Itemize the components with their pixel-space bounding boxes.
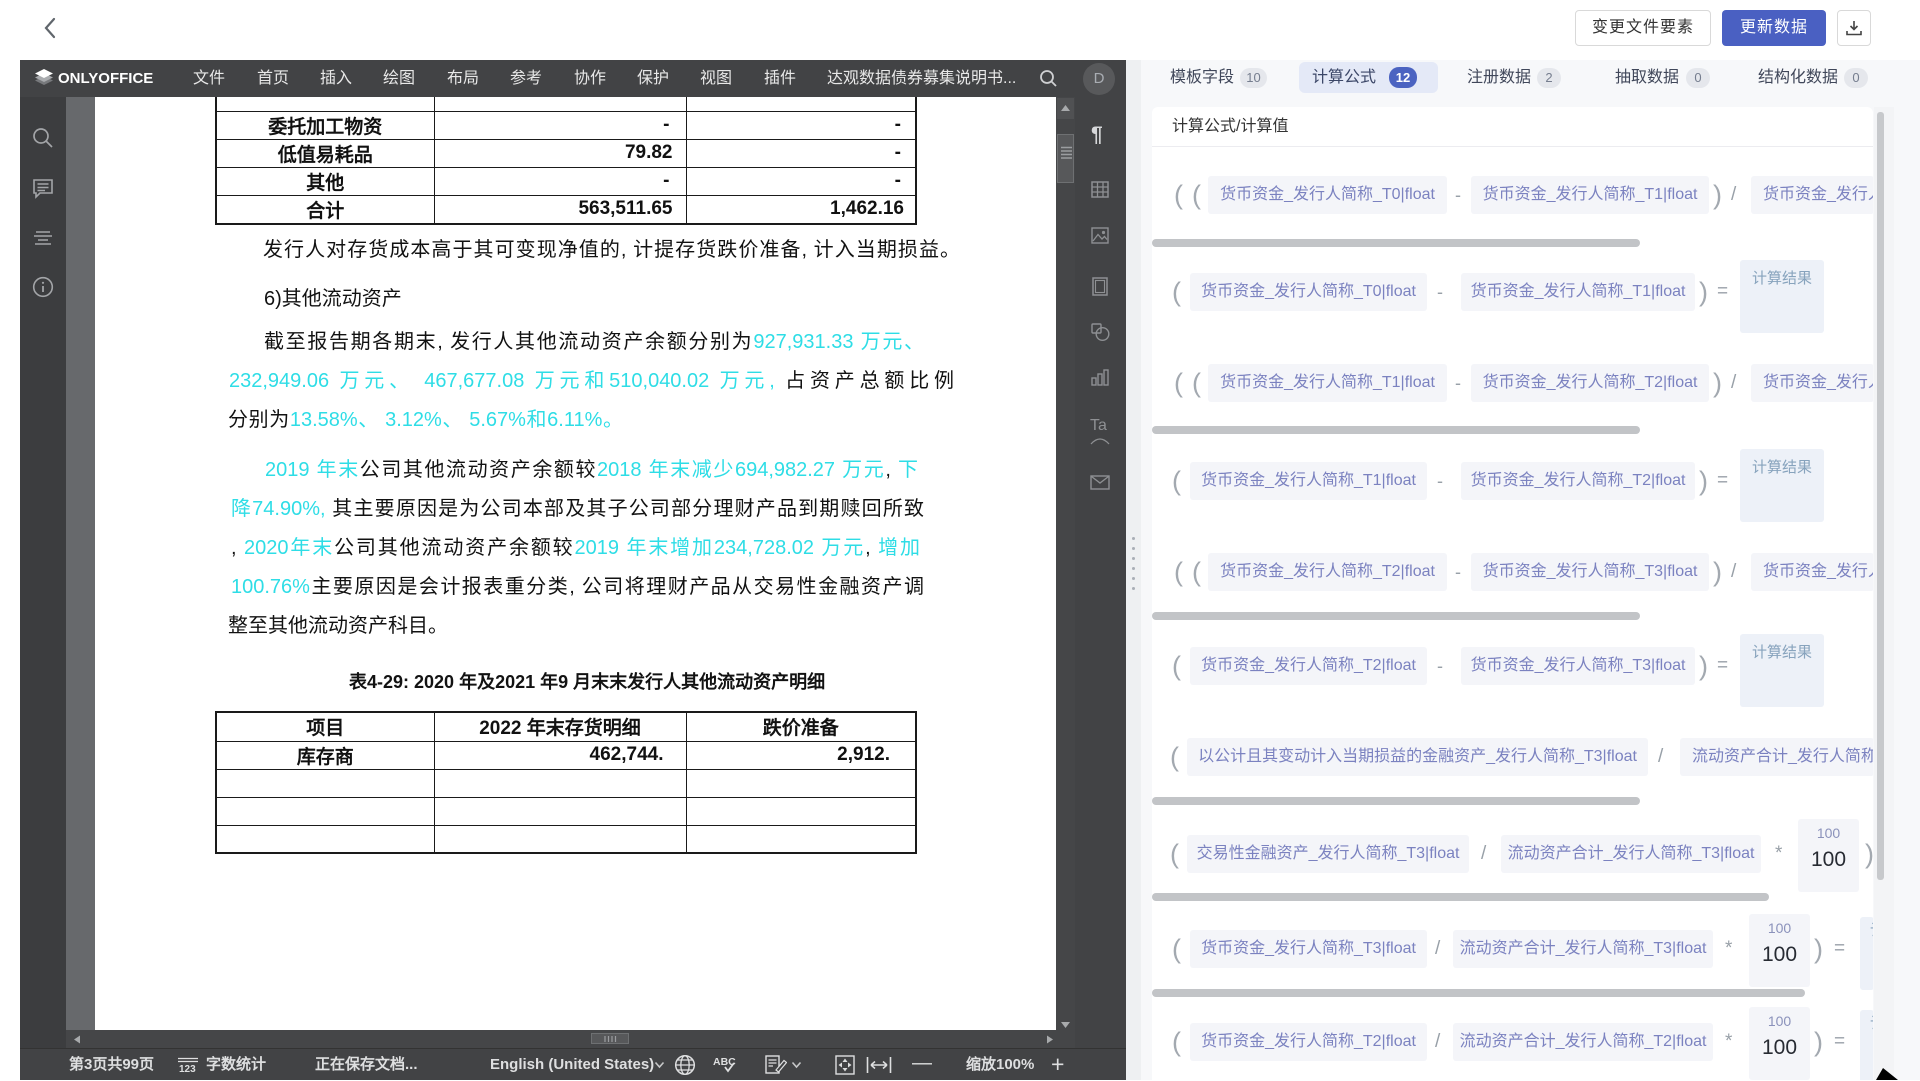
svg-text:123: 123 (179, 1064, 196, 1073)
